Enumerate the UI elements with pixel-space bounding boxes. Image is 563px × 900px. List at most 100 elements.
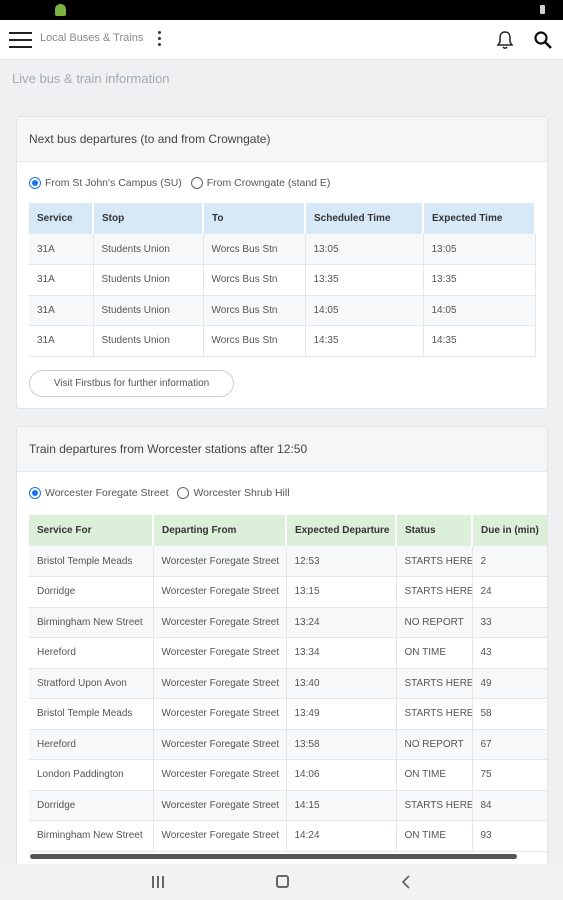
horizontal-scrollbar[interactable] [30,854,517,859]
radio-label: From Crowngate (stand E) [206,177,331,189]
home-icon[interactable] [276,875,289,888]
app-bar: Local Buses & Trains [0,20,563,60]
table-cell: Students Union [93,234,204,265]
table-cell: Hereford [29,637,154,669]
table-cell: 13:49 [286,698,397,730]
recent-apps-icon[interactable] [152,876,166,888]
column-header: Expected Time [423,203,536,234]
table-cell: 49 [472,668,547,699]
table-cell: 12:53 [286,546,397,577]
table-row: 31A Students Union Worcs Bus Stn 13:35 1… [29,264,536,296]
radio-from-st-johns[interactable]: From St John's Campus (SU) [29,177,182,189]
back-icon[interactable] [400,875,412,889]
visit-firstbus-button[interactable]: Visit Firstbus for further information [29,370,234,397]
status-bar [0,0,563,20]
table-cell: 13:24 [286,607,397,638]
table-row: Bristol Temple Meads Worcester Foregate … [29,546,547,577]
train-departures-table[interactable]: Service For Departing From Expected Depa… [29,515,547,852]
column-header: To [203,203,306,234]
table-cell: Students Union [93,264,204,296]
table-cell: ON TIME [396,759,473,791]
table-cell: 84 [472,790,547,821]
radio-button[interactable] [190,177,203,189]
table-cell: 14:15 [286,790,397,821]
battery-icon [540,5,545,14]
table-cell: 13:34 [286,637,397,669]
table-cell: Worcester Foregate Street [153,759,287,791]
table-cell: Worcester Foregate Street [153,576,287,608]
table-row: Hereford Worcester Foregate Street 13:58… [29,729,547,760]
android-notification-icon [55,4,66,16]
table-cell: Worcester Foregate Street [153,546,287,577]
table-cell: 93 [472,820,547,852]
table-cell: Dorridge [29,576,154,608]
table-row: 31A Students Union Worcs Bus Stn 14:35 1… [29,325,536,357]
column-header: Due in (min) [472,515,547,546]
table-row: London Paddington Worcester Foregate Str… [29,759,547,791]
bus-departures-card: Next bus departures (to and from Crownga… [16,116,548,409]
table-cell: 14:35 [305,325,424,357]
radio-worcester-shrub-hill[interactable]: Worcester Shrub Hill [177,487,290,499]
table-cell: 14:05 [423,295,536,326]
table-cell: NO REPORT [396,607,473,638]
table-cell: Worcester Foregate Street [153,820,287,852]
table-cell: 13:05 [305,234,424,265]
table-row: Dorridge Worcester Foregate Street 14:15… [29,790,547,821]
table-cell: Worcester Foregate Street [153,637,287,669]
table-cell: Worcester Foregate Street [153,790,287,821]
bus-origin-radio-group: From St John's Campus (SU) From Crowngat… [29,177,336,193]
table-cell: Birmingham New Street [29,607,154,638]
table-cell: Students Union [93,295,204,326]
table-cell: 43 [472,637,547,669]
table-cell: STARTS HERE [396,546,473,577]
table-cell: 13:05 [423,234,536,265]
train-departures-card: Train departures from Worcester stations… [16,426,548,864]
table-cell: Stratford Upon Avon [29,668,154,699]
table-row: 31A Students Union Worcs Bus Stn 14:05 1… [29,295,536,326]
table-header-row: Service For Departing From Expected Depa… [29,515,547,546]
more-vert-icon[interactable] [157,31,163,49]
table-cell: ON TIME [396,637,473,669]
page-subtitle: Live bus & train information [12,71,170,86]
table-cell: Worcester Foregate Street [153,607,287,638]
table-cell: 13:40 [286,668,397,699]
bus-departures-table: Service Stop To Scheduled Time Expected … [29,203,536,357]
radio-from-crowngate[interactable]: From Crowngate (stand E) [190,177,331,189]
table-cell: Worcester Foregate Street [153,668,287,699]
bus-card-header: Next bus departures (to and from Crownga… [17,117,547,162]
table-cell: Bristol Temple Meads [29,546,154,577]
radio-button[interactable] [29,487,41,499]
train-station-radio-group: Worcester Foregate Street Worcester Shru… [29,487,296,503]
table-cell: Worcs Bus Stn [203,264,306,296]
table-cell: 13:35 [305,264,424,296]
table-cell: Worcs Bus Stn [203,325,306,357]
table-cell: Birmingham New Street [29,820,154,852]
table-cell: 33 [472,607,547,638]
table-row: Birmingham New Street Worcester Foregate… [29,607,547,638]
app-title: Local Buses & Trains [40,32,144,44]
table-cell: 2 [472,546,547,577]
table-row: 31A Students Union Worcs Bus Stn 13:05 1… [29,234,536,265]
radio-worcester-foregate[interactable]: Worcester Foregate Street [29,487,169,499]
search-icon[interactable] [533,30,553,50]
table-row: Bristol Temple Meads Worcester Foregate … [29,698,547,730]
table-cell: 31A [29,234,94,265]
table-cell: STARTS HERE [396,790,473,821]
table-cell: 14:06 [286,759,397,791]
system-nav-bar [0,864,563,900]
radio-label: From St John's Campus (SU) [45,177,182,189]
radio-label: Worcester Foregate Street [45,487,169,499]
table-cell: 75 [472,759,547,791]
bell-icon[interactable] [496,30,514,50]
radio-button[interactable] [29,177,41,189]
table-cell: Worcs Bus Stn [203,234,306,265]
table-cell: Worcester Foregate Street [153,729,287,760]
column-header: Service [29,203,94,234]
table-cell: 13:15 [286,576,397,608]
table-cell: Worcs Bus Stn [203,295,306,326]
menu-icon[interactable] [9,32,32,48]
train-card-header: Train departures from Worcester stations… [17,427,547,472]
table-cell: 14:35 [423,325,536,357]
table-cell: 31A [29,325,94,357]
radio-button[interactable] [177,487,190,499]
